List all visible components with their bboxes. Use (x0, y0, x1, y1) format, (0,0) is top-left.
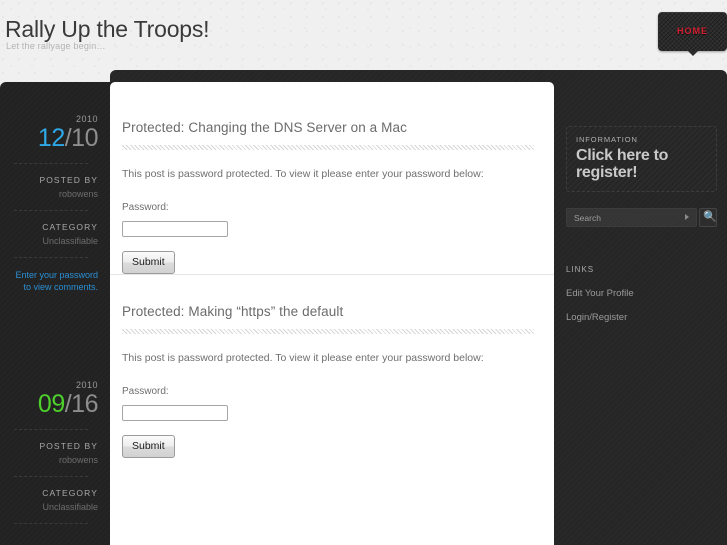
post-category: Unclassifiable (42, 502, 98, 512)
post-month: /10 (64, 124, 99, 152)
home-nav-button[interactable]: HOME (658, 12, 727, 56)
comments-password-link[interactable]: Enter your password to view comments. (6, 269, 98, 293)
post-entry: Protected: Making “https” the default Th… (110, 274, 554, 458)
search-form: 🔍 (566, 208, 717, 227)
post-author: robowens (58, 189, 98, 199)
post-title: Protected: Changing the DNS Server on a … (122, 120, 407, 135)
posted-by-label: POSTED BY (39, 175, 98, 185)
post-meta-block: 2010 12/10 POSTED BY robowens CATEGORY U… (0, 114, 110, 293)
home-nav-button-label: HOME (677, 26, 708, 36)
post-title: Protected: Making “https” the default (122, 304, 344, 319)
post-day: 09 (37, 390, 65, 418)
site-header: Rally Up the Troops! Let the rallyage be… (0, 0, 727, 70)
meta-divider (14, 257, 88, 258)
page-title: Rally Up the Troops! (5, 16, 210, 42)
main-content: Protected: Changing the DNS Server on a … (110, 82, 554, 545)
sidebar-link-edit-profile[interactable]: Edit Your Profile (566, 288, 717, 299)
links-widget-title: LINKS (566, 265, 595, 274)
post-category: Unclassifiable (42, 236, 98, 246)
category-label: CATEGORY (42, 222, 98, 232)
search-button[interactable]: 🔍 (699, 208, 717, 227)
category-label: CATEGORY (42, 488, 98, 498)
search-icon: 🔍 (703, 211, 717, 223)
register-widget-label: INFORMATION (576, 135, 638, 144)
sidebar-link-login-register[interactable]: Login/Register (566, 312, 717, 323)
post-month: /16 (64, 390, 99, 418)
post-meta-column: 2010 12/10 POSTED BY robowens CATEGORY U… (0, 82, 110, 545)
post-year: 2010 (75, 380, 98, 390)
password-input[interactable] (122, 405, 228, 421)
password-field-label: Password: (122, 202, 169, 213)
chevron-right-icon (685, 214, 689, 220)
post-year: 2010 (75, 114, 98, 124)
register-widget-headline: Click here to register! (576, 147, 669, 181)
meta-divider (14, 429, 88, 430)
post-date: 09/16 (6, 390, 99, 418)
meta-divider (14, 163, 88, 164)
submit-button[interactable]: Submit (122, 251, 175, 274)
sidebar: INFORMATION Click here to register! 🔍 LI… (566, 82, 727, 545)
posted-by-label: POSTED BY (39, 441, 98, 451)
chevron-down-icon (687, 51, 698, 56)
post-date: 12/10 (6, 124, 99, 152)
password-input[interactable] (122, 221, 228, 237)
site-tagline: Let the rallyage begin… (6, 41, 106, 51)
post-day: 12 (37, 124, 65, 152)
post-entry: Protected: Changing the DNS Server on a … (110, 82, 554, 274)
post-body-text: This post is password protected. To view… (122, 352, 484, 364)
post-title-divider (122, 329, 534, 334)
post-author: robowens (58, 455, 98, 465)
search-input[interactable] (566, 208, 697, 227)
post-body-text: This post is password protected. To view… (122, 168, 484, 180)
meta-divider (14, 210, 88, 211)
submit-button[interactable]: Submit (122, 435, 175, 458)
register-widget[interactable]: INFORMATION Click here to register! (566, 126, 717, 192)
meta-divider (14, 523, 88, 524)
links-widget: LINKS Edit Your Profile Login/Register (566, 265, 717, 336)
password-field-label: Password: (122, 386, 169, 397)
post-title-divider (122, 145, 534, 150)
meta-divider (14, 476, 88, 477)
post-meta-block: 2010 09/16 POSTED BY robowens CATEGORY U… (0, 380, 110, 535)
